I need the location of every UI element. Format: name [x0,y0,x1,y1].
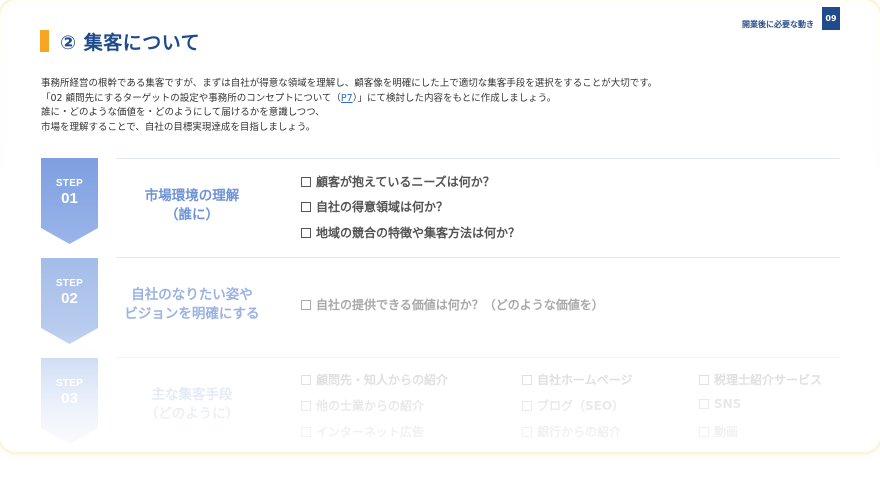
step-3-label-line-1: 主な集客手段 [151,387,233,403]
checkbox-icon [301,374,311,385]
step-2-label-line-1: 自社のなりたい姿や [131,287,253,303]
step-3-badge: STEP 03 [41,358,98,444]
step-3-label-line-2: （どのように） [144,406,240,422]
checkbox-icon [301,400,311,411]
check-label: 自社の得意領域は何か？ [316,200,449,214]
intro-line-2-before: 「02 顧問先にするターゲットの設定や事務所のコンセプトについて（ [41,92,341,104]
step-1-check-item[interactable]: 地域の競合の特徴や集客方法は何か？ [301,224,520,241]
intro-line-1: 事務所経営の根幹である集客ですが、まずは自社が得意な領域を理解し、顧客像を明確に… [41,78,658,89]
intro-line-2-after: ）」にて検討した内容をもとに作成しましょう。 [352,92,557,104]
page-number-badge: 09 [822,7,840,30]
step-1-check-item[interactable]: 自社の得意領域は何か？ [301,198,448,215]
step-3-check-item[interactable]: 他の士業からの紹介 [301,397,424,414]
checkbox-icon [301,201,311,212]
intro-line-4: 市場を理解することで、自社の目標実現達成を目指しましょう。 [41,121,316,133]
intro-line-3: 誰に・どのような価値を・どのようにして届けるかを意識しつつ、 [41,107,325,119]
step-1-label-line-1: 市場環境の理解 [144,188,240,204]
step-2-badge: STEP 02 [41,258,98,344]
step-2-word: STEP [55,278,84,289]
step-1-word: STEP [55,178,84,189]
check-label: 動画 [714,425,739,439]
page-title: ② 集客について [60,32,201,54]
step-1-badge: STEP 01 [41,158,98,244]
checkbox-icon [699,374,709,385]
check-label: ブログ（SEO） [537,399,625,413]
step-2-label-line-2: ビジョンを明確にする [124,306,260,322]
checkbox-icon [522,400,532,411]
section-label: 開業後に必要な動き [742,20,814,29]
step-2-check-item[interactable]: 自社の提供できる価値は何か？（どのような価値を） [301,296,604,313]
check-label: 税理士紹介サービス [714,373,823,387]
check-label: SNS [714,397,742,411]
step-3-check-item[interactable]: SNS [699,397,741,411]
check-label: インターネット広告 [316,425,425,439]
step-3-number: 03 [61,390,78,407]
step-1-number: 01 [61,190,78,207]
step-3-check-item[interactable]: インターネット広告 [301,423,424,440]
check-label: 銀行からの紹介 [537,425,622,439]
step-3-check-item[interactable]: ブログ（SEO） [522,397,624,414]
title-accent-bar [40,30,49,52]
check-label: 顧問先・知人からの紹介 [316,373,449,387]
step-1-label-line-2: （誰に） [165,207,219,223]
check-label: 自社の提供できる価値は何か？（どのような価値を） [316,298,604,312]
intro-text: 事務所経営の根幹である集客ですが、まずは自社が得意な領域を理解し、顧客像を明確に… [41,77,841,135]
step-3-check-item[interactable]: 顧問先・知人からの紹介 [301,371,448,388]
step-1-divider [116,158,840,159]
step-3-check-item[interactable]: 銀行からの紹介 [522,423,621,440]
step-1-label: 市場環境の理解 （誰に） [116,187,268,225]
intro-line-2: 「02 顧問先にするターゲットの設定や事務所のコンセプトについて（P7）」にて検… [41,92,841,107]
check-label: 他の士業からの紹介 [316,399,425,413]
step-3-label: 主な集客手段 （どのように） [116,386,268,424]
step-3-check-item[interactable]: 動画 [699,423,738,440]
step-2-label: 自社のなりたい姿や ビジョンを明確にする [116,286,268,324]
step-1-check-item[interactable]: 顧客が抱えているニーズは何か？ [301,173,495,190]
page-link-p7[interactable]: P7 [341,93,353,104]
checkbox-icon [522,374,532,385]
checkbox-icon [301,176,311,187]
step-3-check-item[interactable]: 税理士紹介サービス [699,371,822,388]
page-frame: ② 集客について 開業後に必要な動き 09 事務所経営の根幹である集客ですが、ま… [0,0,880,452]
step-2-divider [116,257,840,258]
check-label: 自社ホームページ [537,373,633,387]
checkbox-icon [522,426,532,437]
checkbox-icon [301,426,311,437]
check-label: 地域の競合の特徴や集客方法は何か？ [316,226,521,240]
checkbox-icon [301,299,311,310]
step-2-number: 02 [61,290,78,307]
step-3-check-item[interactable]: 自社ホームページ [522,371,632,388]
step-3-divider [116,357,840,358]
step-3-word: STEP [55,378,84,389]
checkbox-icon [699,399,709,409]
checkbox-icon [301,227,311,238]
checkbox-icon [699,426,709,437]
check-label: 顧客が抱えているニーズは何か？ [316,175,495,189]
